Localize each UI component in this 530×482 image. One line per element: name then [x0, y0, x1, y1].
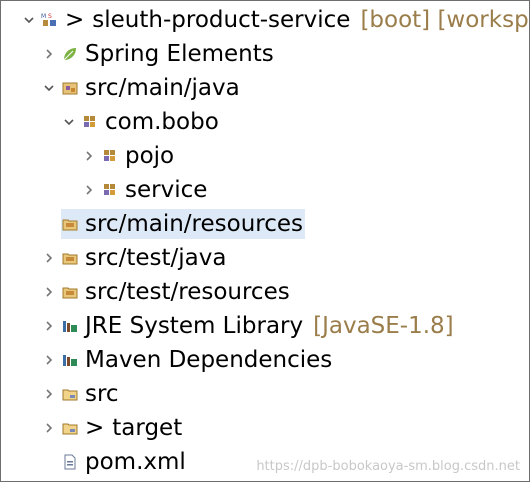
tree-item-label: target [112, 415, 183, 441]
tree-item-content[interactable]: Maven Dependencies [61, 345, 334, 375]
tree-item-content[interactable]: pojo [101, 141, 176, 171]
tree-item-testres[interactable]: src/test/resources [1, 275, 529, 309]
folder-icon [61, 385, 79, 403]
library-icon [61, 351, 79, 369]
chevron-right-icon[interactable] [83, 150, 95, 162]
resource-folder-icon [61, 283, 79, 301]
tree-item-label: pojo [125, 143, 175, 169]
dirty-marker: > [65, 7, 85, 33]
svg-text:S: S [48, 13, 52, 20]
watermark-text: https://dpb-bobokaoya-sm.blog.csdn.net [256, 459, 520, 474]
package-icon [81, 113, 99, 131]
tree-item-decoration: [boot] [workspace [360, 7, 529, 33]
resource-folder-icon [61, 249, 79, 267]
tree-item-src[interactable]: src [1, 377, 529, 411]
xml-file-icon [61, 453, 79, 471]
tree-item-srcmainjava[interactable]: src/main/java [1, 71, 529, 105]
tree-item-resources[interactable]: src/main/resources [1, 207, 529, 241]
tree-item-content[interactable]: Spring Elements [61, 39, 276, 69]
chevron-right-icon[interactable] [43, 252, 55, 264]
chevron-down-icon[interactable] [43, 82, 55, 94]
svg-text:M: M [41, 13, 46, 20]
package-icon [101, 181, 119, 199]
tree-item-maven[interactable]: Maven Dependencies [1, 343, 529, 377]
source-folder-icon [61, 79, 79, 97]
tree-item-label: com.bobo [105, 109, 219, 135]
tree-item-combobo[interactable]: com.bobo [1, 105, 529, 139]
project-explorer-tree[interactable]: MS > sleuth-product-service [boot] [workspa… [0, 0, 530, 482]
library-icon [61, 317, 79, 335]
tree-item-testjava[interactable]: src/test/java [1, 241, 529, 275]
tree-item-content[interactable]: service [101, 175, 209, 205]
tree-item-label: JRE System Library [85, 313, 304, 339]
tree-item-jre[interactable]: JRE System Library [JavaSE-1.8] [1, 309, 529, 343]
tree-item-content[interactable]: com.bobo [81, 107, 221, 137]
chevron-down-icon[interactable] [23, 14, 35, 26]
chevron-right-icon[interactable] [43, 320, 55, 332]
spring-leaf-icon [61, 45, 79, 63]
tree-item-content[interactable]: pom.xml [61, 447, 188, 477]
tree-item-label: pom.xml [85, 449, 186, 475]
tree-item-content[interactable]: JRE System Library [JavaSE-1.8] [61, 311, 456, 341]
tree-item-label: src/main/resources [85, 211, 304, 237]
tree-item-label: Spring Elements [85, 41, 274, 67]
package-icon [101, 147, 119, 165]
folder-icon [61, 419, 79, 437]
tree-item-content[interactable]: > target [61, 413, 184, 443]
chevron-down-icon[interactable] [63, 116, 75, 128]
chevron-right-icon[interactable] [43, 388, 55, 400]
maven-project-icon: MS [41, 11, 59, 29]
chevron-right-icon[interactable] [43, 354, 55, 366]
tree-item-label: service [125, 177, 208, 203]
tree-item-content[interactable]: src/test/resources [61, 277, 292, 307]
tree-item-decoration: [JavaSE-1.8] [313, 313, 454, 339]
tree-item-target[interactable]: > target [1, 411, 529, 445]
tree-item-label: sleuth-product-service [92, 7, 351, 33]
tree-item-project[interactable]: MS > sleuth-product-service [boot] [workspa… [1, 3, 529, 37]
chevron-right-icon[interactable] [83, 184, 95, 196]
chevron-right-icon[interactable] [43, 422, 55, 434]
resource-folder-icon [61, 215, 79, 233]
tree-item-label: Maven Dependencies [85, 347, 333, 373]
tree-item-pojo[interactable]: pojo [1, 139, 529, 173]
tree-item-label: src/test/java [85, 245, 227, 271]
chevron-right-icon[interactable] [43, 286, 55, 298]
tree-item-label: src/test/resources [85, 279, 290, 305]
tree-item-content[interactable]: MS > sleuth-product-service [boot] [workspa… [41, 5, 529, 35]
chevron-right-icon[interactable] [43, 48, 55, 60]
tree-item-label: src [85, 381, 119, 407]
tree-item-service[interactable]: service [1, 173, 529, 207]
tree-item-content[interactable]: src/test/java [61, 243, 228, 273]
tree-item-content[interactable]: src/main/resources [61, 209, 306, 239]
tree-item-content[interactable]: src [61, 379, 121, 409]
tree-item-label: src/main/java [85, 75, 240, 101]
dirty-marker: > [85, 415, 105, 441]
tree-item-content[interactable]: src/main/java [61, 73, 242, 103]
tree-item-spring[interactable]: Spring Elements [1, 37, 529, 71]
